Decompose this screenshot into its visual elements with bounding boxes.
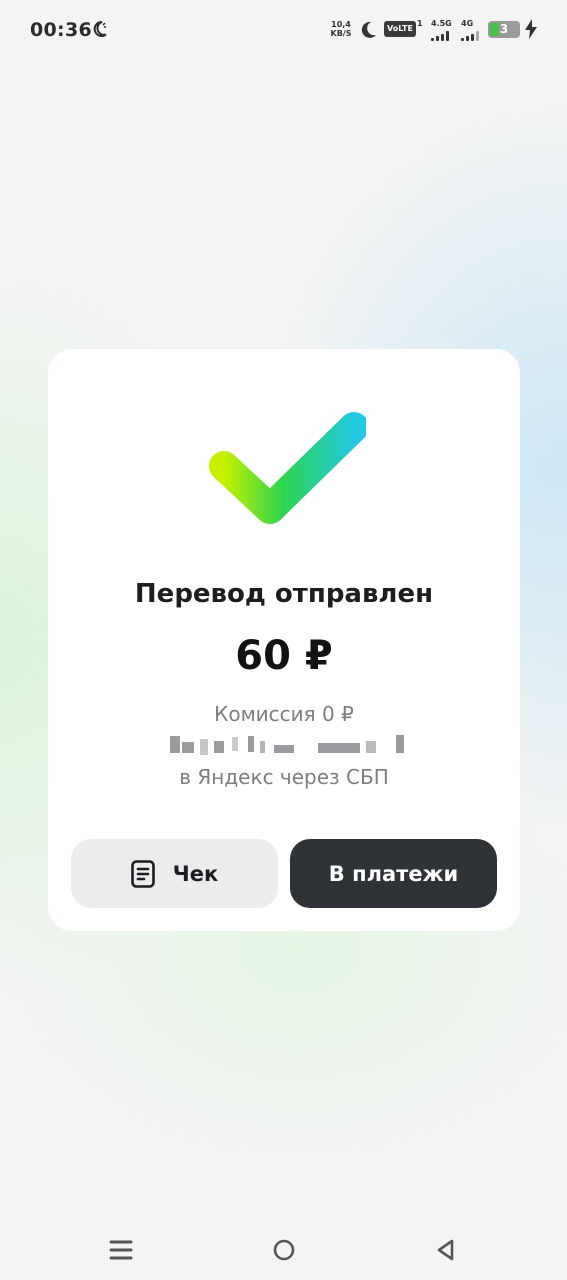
moon-icon — [93, 20, 107, 37]
commission-text: Комиссия 0 ₽ — [214, 702, 354, 726]
home-icon[interactable] — [269, 1235, 299, 1265]
network-speed-unit: KB/S — [330, 29, 352, 38]
go-to-payments-button[interactable]: В платежи — [290, 839, 497, 908]
dnd-moon-icon — [361, 21, 376, 38]
menu-icon[interactable] — [106, 1235, 136, 1265]
recipient-name-redacted — [170, 733, 410, 755]
network-speed-value: 10,4 — [331, 20, 351, 29]
sim1-network-label: 4.5G — [431, 19, 452, 28]
battery-level: 3 — [499, 22, 509, 36]
status-bar: 00:36 10,4 KB/S VoLTE 1 4.5G 4G 3 — [0, 0, 567, 60]
volte-badge: VoLTE — [384, 21, 416, 37]
signal-icon: 4.5G — [431, 19, 455, 41]
success-check-icon — [209, 412, 366, 524]
transfer-result-card: Перевод отправлен 60 ₽ Комиссия 0 ₽ в Ян… — [48, 349, 520, 931]
battery-icon: 3 — [488, 21, 520, 38]
receipt-icon — [130, 859, 155, 888]
receipt-button-label: Чек — [172, 861, 219, 886]
payments-button-label: В платежи — [328, 861, 459, 886]
transfer-destination: в Яндекс через СБП — [179, 765, 389, 789]
system-navigation-bar — [0, 1225, 567, 1280]
clock: 00:36 — [30, 19, 92, 41]
network-speed: 10,4 KB/S — [330, 20, 352, 38]
sim2-network-label: 4G — [461, 19, 474, 28]
receipt-button[interactable]: Чек — [71, 839, 278, 908]
signal-icon: 4G — [461, 19, 485, 41]
charging-bolt-icon — [525, 19, 537, 39]
back-icon[interactable] — [431, 1235, 461, 1265]
transfer-status-title: Перевод отправлен — [134, 579, 434, 609]
volte-sim-index: 1 — [417, 19, 423, 28]
transfer-amount: 60 ₽ — [235, 633, 333, 679]
